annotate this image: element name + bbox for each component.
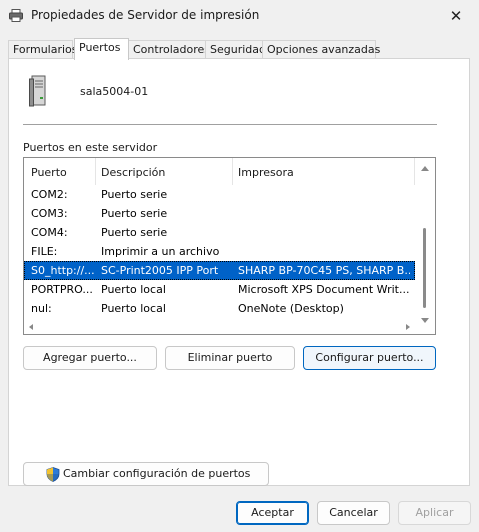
uac-shield-icon bbox=[46, 467, 60, 482]
port-cell: COM3: bbox=[31, 207, 68, 220]
change-port-settings-label: Cambiar configuración de puertos bbox=[63, 467, 251, 480]
table-row[interactable]: FILE: Imprimir a un archivo bbox=[24, 242, 415, 261]
description-cell: Puerto local bbox=[101, 283, 166, 296]
server-tower-icon bbox=[29, 75, 46, 107]
scroll-down-icon[interactable] bbox=[421, 318, 429, 323]
list-header: Puerto Descripción Impresora bbox=[24, 158, 435, 185]
cancel-button[interactable]: Cancelar bbox=[317, 501, 390, 525]
printer-cell: Microsoft XPS Document Writ... bbox=[238, 283, 410, 296]
horizontal-scrollbar[interactable] bbox=[24, 320, 415, 334]
tab-controladores[interactable]: Controladores bbox=[128, 40, 210, 59]
table-row-selected[interactable]: S0_http://... SC-Print2005 IPP Port SHAR… bbox=[24, 261, 415, 280]
description-cell: Puerto local bbox=[101, 302, 166, 315]
configure-port-button[interactable]: Configurar puerto... bbox=[303, 346, 436, 370]
tab-seguridad[interactable]: Seguridad bbox=[205, 40, 266, 59]
description-cell: Puerto serie bbox=[101, 207, 168, 220]
column-divider[interactable] bbox=[232, 158, 233, 185]
title-bar: Propiedades de Servidor de impresión ✕ bbox=[0, 0, 479, 32]
description-cell: Puerto serie bbox=[101, 188, 168, 201]
close-button[interactable]: ✕ bbox=[433, 0, 479, 32]
description-cell: Puerto serie bbox=[101, 226, 168, 239]
window-title: Propiedades de Servidor de impresión bbox=[31, 8, 260, 22]
close-icon: ✕ bbox=[449, 7, 463, 25]
port-cell: nul: bbox=[31, 302, 52, 315]
table-row[interactable]: COM2: Puerto serie bbox=[24, 185, 415, 204]
separator bbox=[23, 124, 437, 125]
column-divider[interactable] bbox=[95, 158, 96, 185]
scroll-left-icon[interactable] bbox=[29, 324, 33, 330]
server-name: sala5004-01 bbox=[80, 85, 149, 98]
delete-port-button[interactable]: Eliminar puerto bbox=[165, 346, 295, 370]
scroll-right-icon[interactable] bbox=[406, 324, 410, 330]
vertical-scrollbar[interactable] bbox=[415, 158, 435, 334]
port-cell: COM2: bbox=[31, 188, 68, 201]
port-cell: FILE: bbox=[31, 245, 58, 258]
printer-cell: SHARP BP-70C45 PS, SHARP B... bbox=[238, 264, 410, 277]
tab-formularios[interactable]: Formularios bbox=[8, 40, 78, 59]
description-cell: Imprimir a un archivo bbox=[101, 245, 220, 258]
scroll-thumb[interactable] bbox=[423, 228, 426, 308]
printer-cell: OneNote (Desktop) bbox=[238, 302, 344, 315]
column-header-puerto[interactable]: Puerto bbox=[31, 166, 67, 179]
add-port-button[interactable]: Agregar puerto... bbox=[23, 346, 157, 370]
table-row[interactable]: COM4: Puerto serie bbox=[24, 223, 415, 242]
change-port-settings-button[interactable]: Cambiar configuración de puertos bbox=[23, 462, 269, 486]
printer-icon bbox=[9, 9, 23, 22]
tab-puertos[interactable]: Puertos bbox=[74, 38, 129, 60]
column-header-impresora[interactable]: Impresora bbox=[238, 166, 294, 179]
ok-button[interactable]: Aceptar bbox=[236, 501, 309, 525]
column-header-descripcion[interactable]: Descripción bbox=[101, 166, 165, 179]
port-cell: S0_http://... bbox=[31, 264, 95, 277]
apply-button[interactable]: Aplicar bbox=[398, 501, 471, 525]
tab-opciones-avanzadas[interactable]: Opciones avanzadas bbox=[262, 40, 380, 59]
scroll-up-icon[interactable] bbox=[421, 166, 429, 171]
description-cell: SC-Print2005 IPP Port bbox=[101, 264, 219, 277]
table-row[interactable]: COM3: Puerto serie bbox=[24, 204, 415, 223]
table-row[interactable]: PORTPRO... Puerto local Microsoft XPS Do… bbox=[24, 280, 415, 299]
ports-list[interactable]: Puerto Descripción Impresora COM2: Puert… bbox=[23, 157, 436, 335]
table-row[interactable]: nul: Puerto local OneNote (Desktop) bbox=[24, 299, 415, 318]
port-cell: COM4: bbox=[31, 226, 68, 239]
port-cell: PORTPRO... bbox=[31, 283, 93, 296]
ports-label: Puertos en este servidor bbox=[23, 141, 158, 154]
